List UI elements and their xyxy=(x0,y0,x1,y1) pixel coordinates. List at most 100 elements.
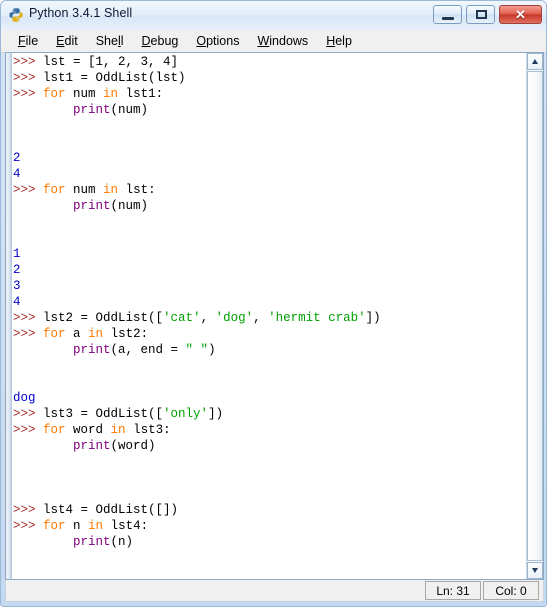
menu-item-help[interactable]: Help xyxy=(317,32,361,50)
shell-line: print(n) xyxy=(13,534,519,550)
token-prompt: >>> xyxy=(13,519,44,533)
token-output: 3 xyxy=(13,279,21,293)
token-plain: (word) xyxy=(110,439,156,453)
token-builtin: print xyxy=(73,439,111,453)
menu-item-file[interactable]: File xyxy=(9,32,47,50)
token-builtin: print xyxy=(73,535,111,549)
token-plain: lst2: xyxy=(103,327,149,341)
token-string: 'hermit crab' xyxy=(268,311,366,325)
menu-item-edit[interactable]: Edit xyxy=(47,32,87,50)
token-keyword: in xyxy=(103,183,119,197)
close-button[interactable]: ✕ xyxy=(499,5,542,24)
token-plain: lst3: xyxy=(125,423,171,437)
menu-item-shell[interactable]: Shell xyxy=(87,32,133,50)
token-keyword: for xyxy=(43,519,66,533)
shell-line: >>> for a in lst2: xyxy=(13,326,519,342)
token-plain: num xyxy=(65,87,104,101)
shell-line: 4 xyxy=(13,294,519,310)
token-prompt: >>> xyxy=(13,183,44,197)
token-output: 2 xyxy=(13,263,21,277)
shell-output-text[interactable]: >>> lst = [1, 2, 3, 4] >>> lst1 = OddList… xyxy=(13,53,519,579)
token-plain: ]) xyxy=(365,311,381,325)
token-prompt: >>> xyxy=(13,311,44,325)
chevron-up-icon xyxy=(532,59,538,64)
token-plain: lst: xyxy=(118,183,156,197)
menu-bar: File Edit Shell Debug Options Windows Help xyxy=(1,30,546,53)
token-plain: (n) xyxy=(110,535,134,549)
menu-item-windows[interactable]: Windows xyxy=(248,32,317,50)
minimize-button[interactable] xyxy=(433,5,462,24)
title-bar[interactable]: Python 3.4.1 Shell ✕ xyxy=(1,1,546,31)
token-prompt: >>> xyxy=(13,327,44,341)
token-plain: , xyxy=(200,311,216,325)
token-output: 4 xyxy=(13,167,21,181)
token-string: 'cat' xyxy=(163,311,201,325)
shell-line: >>> for num in lst1: xyxy=(13,86,519,102)
menu-items: File Edit Shell Debug Options Windows Help xyxy=(9,30,361,52)
shell-line: 3 xyxy=(13,278,519,294)
menu-item-options[interactable]: Options xyxy=(187,32,248,50)
token-plain: a xyxy=(65,327,89,341)
token-plain: (num) xyxy=(110,199,149,213)
token-plain: lst2 = OddList([ xyxy=(43,311,164,325)
token-prompt: >>> xyxy=(13,55,44,69)
window-title: Python 3.4.1 Shell xyxy=(29,6,133,20)
token-output: 1 xyxy=(13,247,21,261)
scrollbar-thumb[interactable] xyxy=(527,71,543,561)
token-keyword: in xyxy=(88,519,104,533)
shell-line: >>> lst1 = OddList(lst) xyxy=(13,70,519,86)
token-plain: lst1: xyxy=(118,87,164,101)
token-plain: num xyxy=(65,183,104,197)
token-keyword: for xyxy=(43,183,66,197)
shell-line: >>> lst3 = OddList(['only']) xyxy=(13,406,519,422)
token-keyword: in xyxy=(103,87,119,101)
shell-line: >>> lst4 = OddList([]) xyxy=(13,502,519,518)
shell-line: 2 xyxy=(13,262,519,278)
token-plain: , xyxy=(253,311,269,325)
token-plain: word xyxy=(65,423,111,437)
shell-line: 1 xyxy=(13,246,519,262)
shell-line: print(num) xyxy=(13,102,519,118)
token-plain: (a, end = xyxy=(110,343,186,357)
token-builtin: print xyxy=(73,199,111,213)
vertical-scrollbar[interactable] xyxy=(526,53,543,579)
token-prompt: >>> xyxy=(13,423,44,437)
token-plain: ) xyxy=(208,343,216,357)
token-plain: lst4: xyxy=(103,519,149,533)
idle-shell-window: Python 3.4.1 Shell ✕ File Edit Shell Debug O… xyxy=(0,0,547,607)
shell-line: >>> for word in lst3: xyxy=(13,422,519,438)
token-keyword: for xyxy=(43,87,66,101)
scroll-down-button[interactable] xyxy=(527,562,543,579)
maximize-button[interactable] xyxy=(466,5,495,24)
token-plain: lst = [1, 2, 3, 4] xyxy=(43,55,179,69)
token-plain: n xyxy=(65,519,89,533)
shell-line: >>> for n in lst4: xyxy=(13,518,519,534)
shell-line: dog xyxy=(13,390,519,406)
token-prompt: >>> xyxy=(13,87,44,101)
shell-text-area[interactable]: >>> lst = [1, 2, 3, 4] >>> lst1 = OddList… xyxy=(5,52,544,580)
token-builtin: print xyxy=(73,103,111,117)
line-indicator: Ln: 31 xyxy=(425,581,481,600)
menu-item-debug[interactable]: Debug xyxy=(133,32,188,50)
status-bar: Ln: 31 Col: 0 xyxy=(5,580,544,602)
token-plain: (num) xyxy=(110,103,149,117)
token-plain: lst1 = OddList(lst) xyxy=(43,71,186,85)
shell-line: print(a, end = " ") xyxy=(13,342,519,358)
scroll-up-button[interactable] xyxy=(527,53,543,70)
token-output: dog xyxy=(13,391,36,405)
token-output: 2 xyxy=(13,151,21,165)
shell-line: >>> for num in lst: xyxy=(13,182,519,198)
